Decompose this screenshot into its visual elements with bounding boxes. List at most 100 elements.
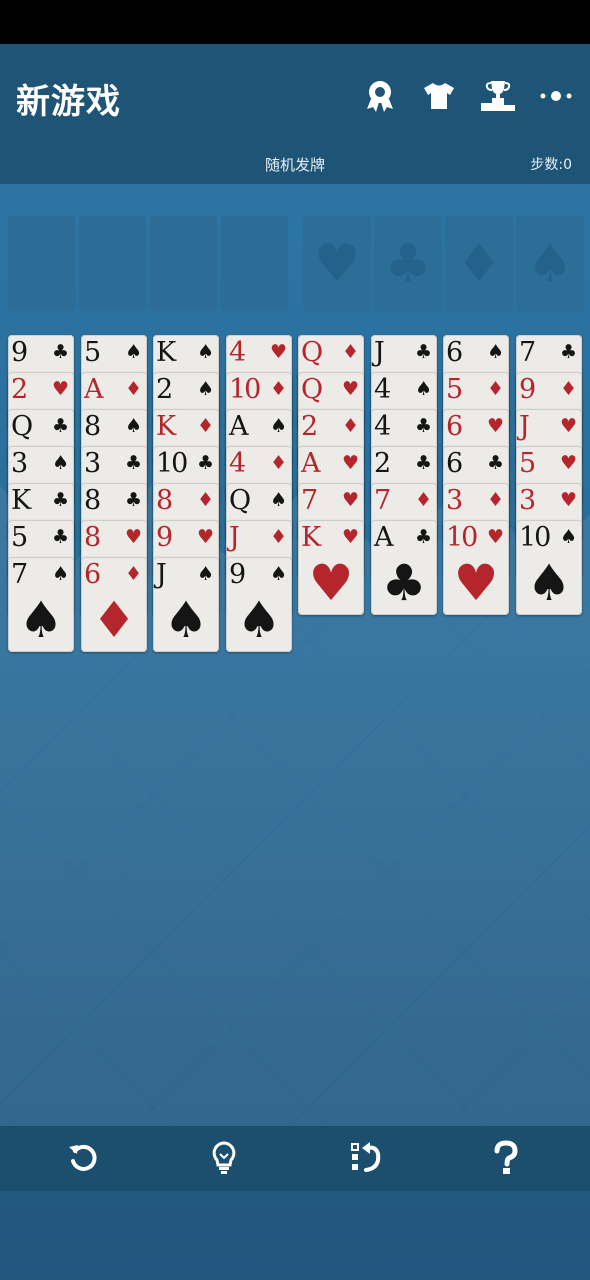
card-suit-icon: ♥ bbox=[559, 489, 577, 511]
card-suit-icon: ♠ bbox=[51, 452, 69, 474]
free-cell[interactable] bbox=[150, 216, 217, 311]
card-rank: 9 bbox=[519, 374, 536, 405]
card-rank: Q bbox=[229, 485, 251, 516]
more-icon[interactable] bbox=[536, 76, 576, 116]
auto-arrange-icon[interactable] bbox=[344, 1138, 388, 1178]
card-suit-icon: ♠ bbox=[124, 415, 142, 437]
card-suit-icon: ♣ bbox=[414, 341, 432, 363]
card-rank: J bbox=[156, 559, 167, 590]
card-rank: 6 bbox=[446, 337, 463, 368]
card-rank: 5 bbox=[84, 337, 101, 368]
card-rank: 7 bbox=[519, 337, 536, 368]
card-suit-icon: ♠ bbox=[196, 378, 214, 400]
card-suit-icon: ♥ bbox=[341, 452, 359, 474]
card-suit-icon: ♠ bbox=[269, 489, 287, 511]
card-suit-icon: ♦ bbox=[341, 415, 359, 437]
card-suit-icon: ♥ bbox=[559, 452, 577, 474]
trophy-icon[interactable] bbox=[478, 76, 518, 116]
card-suit-icon: ♦ bbox=[559, 378, 577, 400]
card-7-spades[interactable]: 7 ♠ ♠ bbox=[8, 557, 74, 652]
card-rank: 10 bbox=[156, 448, 188, 479]
card-suit-icon: ♥ bbox=[486, 526, 504, 548]
card-rank: 9 bbox=[156, 522, 173, 553]
card-rank: 2 bbox=[374, 448, 391, 479]
card-rank: 3 bbox=[84, 448, 101, 479]
card-rank: 5 bbox=[446, 374, 463, 405]
card-suit-icon: ♠ bbox=[196, 563, 214, 585]
foundation-spades[interactable]: ♠ bbox=[516, 216, 584, 312]
card-J-spades[interactable]: J ♠ ♠ bbox=[153, 557, 219, 652]
card-suit-icon: ♣ bbox=[51, 415, 69, 437]
card-A-clubs[interactable]: A ♣ ♣ bbox=[371, 520, 437, 615]
free-cell[interactable] bbox=[8, 216, 75, 311]
card-suit-icon: ♥ bbox=[341, 378, 359, 400]
card-suit-icon: ♦ bbox=[486, 378, 504, 400]
move-counter: 步数:0 bbox=[530, 157, 572, 173]
card-suit-icon: ♦ bbox=[269, 526, 287, 548]
card-rank: J bbox=[519, 411, 530, 442]
card-suit-icon: ♣ bbox=[414, 415, 432, 437]
card-suit-icon: ♣ bbox=[414, 526, 432, 548]
card-rank: K bbox=[11, 485, 31, 516]
card-rank: 3 bbox=[11, 448, 28, 479]
card-suit-icon: ♣ bbox=[124, 452, 142, 474]
card-suit-icon: ♥ bbox=[269, 341, 287, 363]
foundation-diamonds[interactable]: ♦ bbox=[445, 216, 513, 312]
card-suit-icon: ♥ bbox=[51, 378, 69, 400]
hint-icon[interactable] bbox=[202, 1138, 246, 1178]
card-10-hearts[interactable]: 10 ♥ ♥ bbox=[443, 520, 509, 615]
card-rank: 5 bbox=[519, 448, 536, 479]
card-rank: J bbox=[374, 337, 385, 368]
card-K-hearts[interactable]: K ♥ ♥ bbox=[298, 520, 364, 615]
undo-icon[interactable] bbox=[61, 1138, 105, 1178]
card-rank: 2 bbox=[301, 411, 318, 442]
card-9-spades[interactable]: 9 ♠ ♠ bbox=[226, 557, 292, 652]
card-suit-icon: ♦ bbox=[486, 489, 504, 511]
card-center-suit-icon: ♥ bbox=[308, 554, 354, 612]
card-center-suit-icon: ♠ bbox=[236, 591, 282, 649]
card-rank: A bbox=[84, 374, 103, 405]
card-rank: 7 bbox=[11, 559, 28, 590]
card-suit-icon: ♥ bbox=[124, 526, 142, 548]
card-suit-icon: ♥ bbox=[341, 526, 359, 548]
card-suit-icon: ♠ bbox=[414, 378, 432, 400]
help-icon[interactable] bbox=[484, 1138, 528, 1178]
card-rank: 6 bbox=[84, 559, 101, 590]
card-10-spades[interactable]: 10 ♠ ♠ bbox=[516, 520, 582, 615]
felt-pattern bbox=[0, 184, 590, 1126]
card-suit-icon: ♠ bbox=[196, 341, 214, 363]
card-rank: 9 bbox=[229, 559, 246, 590]
card-suit-icon: ♣ bbox=[51, 526, 69, 548]
card-suit-icon: ♦ bbox=[124, 378, 142, 400]
card-rank: K bbox=[301, 522, 321, 553]
card-suit-icon: ♠ bbox=[51, 563, 69, 585]
free-cell[interactable] bbox=[79, 216, 146, 311]
card-rank: 10 bbox=[229, 374, 261, 405]
card-rank: J bbox=[229, 522, 240, 553]
card-rank: 9 bbox=[11, 337, 28, 368]
card-suit-icon: ♦ bbox=[124, 563, 142, 585]
card-suit-icon: ♦ bbox=[414, 489, 432, 511]
badge-icon[interactable] bbox=[360, 76, 400, 116]
card-suit-icon: ♣ bbox=[196, 452, 214, 474]
foundation-clubs[interactable]: ♣ bbox=[374, 216, 442, 312]
card-suit-icon: ♠ bbox=[486, 341, 504, 363]
card-suit-icon: ♣ bbox=[486, 452, 504, 474]
card-suit-icon: ♦ bbox=[196, 489, 214, 511]
card-6-diamonds[interactable]: 6 ♦ ♦ bbox=[81, 557, 147, 652]
card-rank: 4 bbox=[229, 337, 246, 368]
bottom-toolbar bbox=[0, 1126, 590, 1191]
card-suit-icon: ♦ bbox=[269, 378, 287, 400]
card-suit-icon: ♥ bbox=[196, 526, 214, 548]
card-suit-icon: ♣ bbox=[124, 489, 142, 511]
card-center-suit-icon: ♠ bbox=[526, 554, 572, 612]
foundation-hearts[interactable]: ♥ bbox=[303, 216, 371, 312]
card-rank: Q bbox=[301, 337, 323, 368]
card-suit-icon: ♣ bbox=[559, 341, 577, 363]
card-rank: 7 bbox=[374, 485, 391, 516]
shirt-icon[interactable] bbox=[419, 76, 459, 116]
card-suit-icon: ♠ bbox=[124, 341, 142, 363]
card-rank: 3 bbox=[519, 485, 536, 516]
free-cell[interactable] bbox=[221, 216, 288, 311]
card-suit-icon: ♦ bbox=[341, 341, 359, 363]
